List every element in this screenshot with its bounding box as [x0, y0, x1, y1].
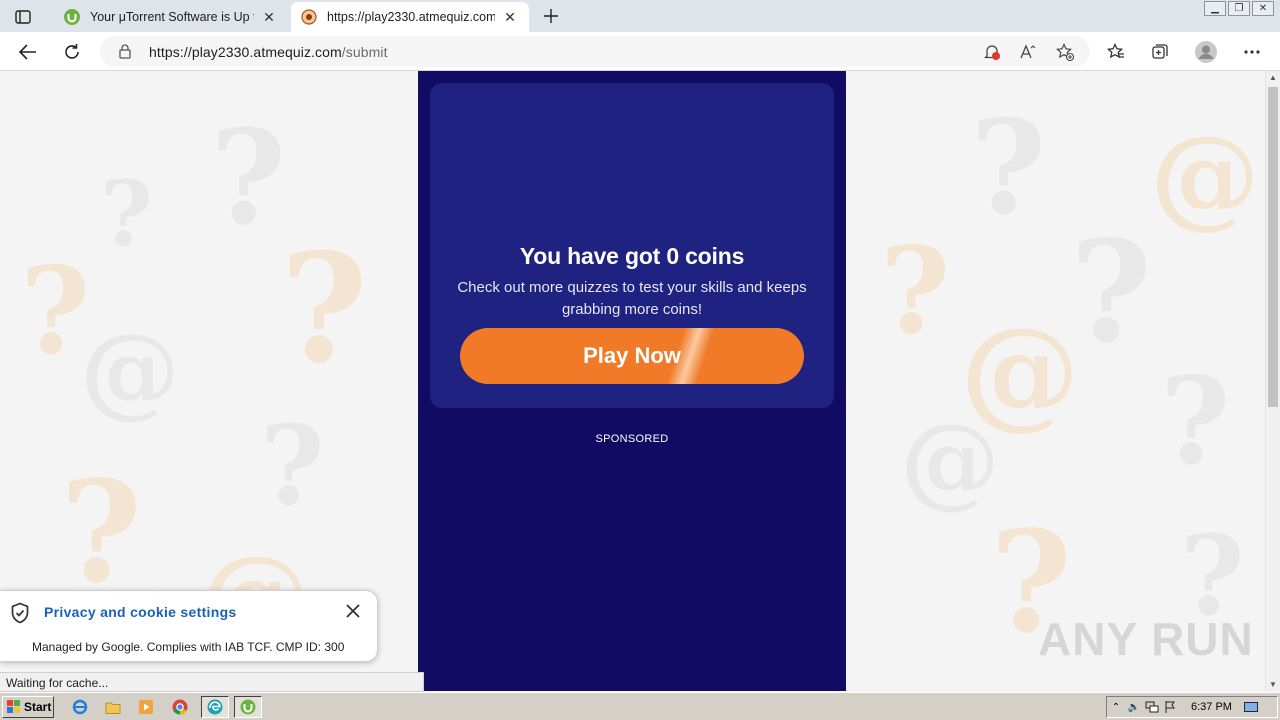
question-mark-decoration: ? [1070, 211, 1153, 375]
collections-button[interactable] [1147, 39, 1173, 65]
start-button[interactable]: Start [2, 696, 54, 718]
explorer-taskbar-icon[interactable] [101, 696, 125, 718]
close-window-button[interactable]: ✕ [1252, 1, 1274, 16]
status-bar: Waiting for cache... [0, 672, 424, 692]
start-label: Start [24, 700, 52, 714]
collections-icon [1152, 44, 1168, 59]
back-button[interactable] [15, 39, 41, 65]
privacy-title[interactable]: Privacy and cookie settings [44, 604, 237, 620]
network-icon[interactable] [1143, 698, 1161, 716]
plus-icon [544, 9, 558, 23]
url-host: https://play2330.atmequiz.com [149, 44, 342, 60]
refresh-button[interactable] [59, 39, 85, 65]
coins-headline: You have got 0 coins [519, 243, 745, 269]
question-mark-decoration: ? [210, 101, 287, 254]
atmequiz-favicon-icon [301, 9, 317, 25]
play-now-label: Play Now [583, 343, 681, 368]
read-aloud-icon[interactable] [1018, 42, 1038, 62]
settings-menu-button[interactable] [1239, 39, 1265, 65]
refresh-icon [65, 44, 79, 59]
flag-icon[interactable] [1161, 698, 1179, 716]
vertical-scrollbar[interactable]: ▲ ▼ [1265, 71, 1280, 691]
play-now-button[interactable]: Play Now [460, 328, 804, 384]
question-mark-decoration: ? [280, 221, 368, 397]
tracking-alert-icon[interactable] [982, 42, 1002, 62]
minimize-button[interactable]: ▁ [1204, 1, 1226, 16]
media-player-taskbar-icon[interactable] [134, 696, 158, 718]
question-mark-decoration: ? [880, 221, 951, 362]
avatar-icon [1195, 41, 1217, 63]
window-controls: ▁ ❐ ✕ [1204, 1, 1274, 16]
favorites-star-icon [1107, 43, 1124, 59]
scroll-down-icon[interactable]: ▼ [1269, 680, 1277, 689]
back-arrow-icon [19, 44, 36, 60]
tab-strip: Your μTorrent Software is Up to ✕ https:… [0, 0, 1280, 32]
profile-button[interactable] [1193, 39, 1219, 65]
watermark-text: ANY RUN [1038, 613, 1254, 665]
lock-icon[interactable] [118, 43, 132, 64]
question-mark-decoration: ? [260, 401, 325, 530]
more-dots-icon [1244, 50, 1260, 54]
sponsored-label: SPONSORED [595, 433, 669, 445]
close-popup-button[interactable] [343, 601, 363, 621]
result-subtext: Check out more quizzes to test your skil… [457, 279, 807, 318]
tab-utorrent[interactable]: Your μTorrent Software is Up to ✕ [54, 2, 288, 32]
tab-actions-button[interactable] [8, 6, 38, 28]
shield-icon [10, 602, 30, 629]
result-card: You have got 0 coins Check out more quiz… [430, 83, 834, 408]
question-mark-decoration: ? [100, 161, 153, 267]
close-tab-icon[interactable]: ✕ [501, 8, 519, 26]
add-favorite-icon[interactable] [1055, 42, 1075, 62]
tab-title: https://play2330.atmequiz.com [327, 10, 495, 24]
browser-toolbar: https://play2330.atmequiz.com/submit [0, 32, 1280, 71]
new-tab-button[interactable] [538, 4, 564, 28]
system-tray: ⌃ 🔈 6:37 PM [1106, 696, 1278, 718]
restore-button[interactable]: ❐ [1228, 1, 1250, 16]
chrome-taskbar-icon[interactable] [168, 696, 192, 718]
question-mark-decoration: @ [900, 401, 1000, 519]
taskbar: Start ⌃ 🔈 6:37 PM [0, 692, 1280, 720]
url-path: /submit [341, 44, 388, 60]
show-desktop-icon[interactable] [1242, 698, 1260, 716]
tab-atmequiz[interactable]: https://play2330.atmequiz.com ✕ [291, 2, 529, 32]
close-tab-icon[interactable]: ✕ [260, 8, 278, 26]
tray-expand-icon[interactable]: ⌃ [1107, 698, 1125, 716]
close-icon [346, 604, 360, 618]
favorites-button[interactable] [1103, 39, 1129, 65]
windows-logo-icon [7, 700, 20, 713]
utorrent-favicon-icon [64, 9, 80, 25]
privacy-settings-popup[interactable]: Privacy and cookie settings Managed by G… [0, 590, 378, 662]
utorrent-taskbar-icon[interactable] [234, 696, 262, 718]
volume-icon[interactable]: 🔈 [1125, 698, 1143, 716]
question-mark-decoration: @ [80, 311, 180, 429]
question-mark-decoration: @ [1150, 111, 1260, 240]
url-text: https://play2330.atmequiz.com/submit [149, 44, 388, 60]
tab-actions-icon [15, 10, 31, 24]
question-mark-decoration: ? [970, 91, 1047, 244]
quiz-result-panel: You have got 0 coins Check out more quiz… [418, 71, 846, 691]
edge-taskbar-icon[interactable] [201, 696, 229, 718]
scroll-thumb[interactable] [1268, 87, 1278, 407]
privacy-description: Managed by Google. Complies with IAB TCF… [32, 640, 345, 654]
ie-taskbar-icon[interactable] [68, 696, 92, 718]
clock: 6:37 PM [1191, 701, 1232, 713]
scroll-up-icon[interactable]: ▲ [1269, 73, 1277, 82]
tab-title: Your μTorrent Software is Up to [90, 10, 254, 24]
address-bar[interactable]: https://play2330.atmequiz.com/submit [100, 36, 1090, 67]
question-mark-decoration: ? [1160, 351, 1231, 492]
